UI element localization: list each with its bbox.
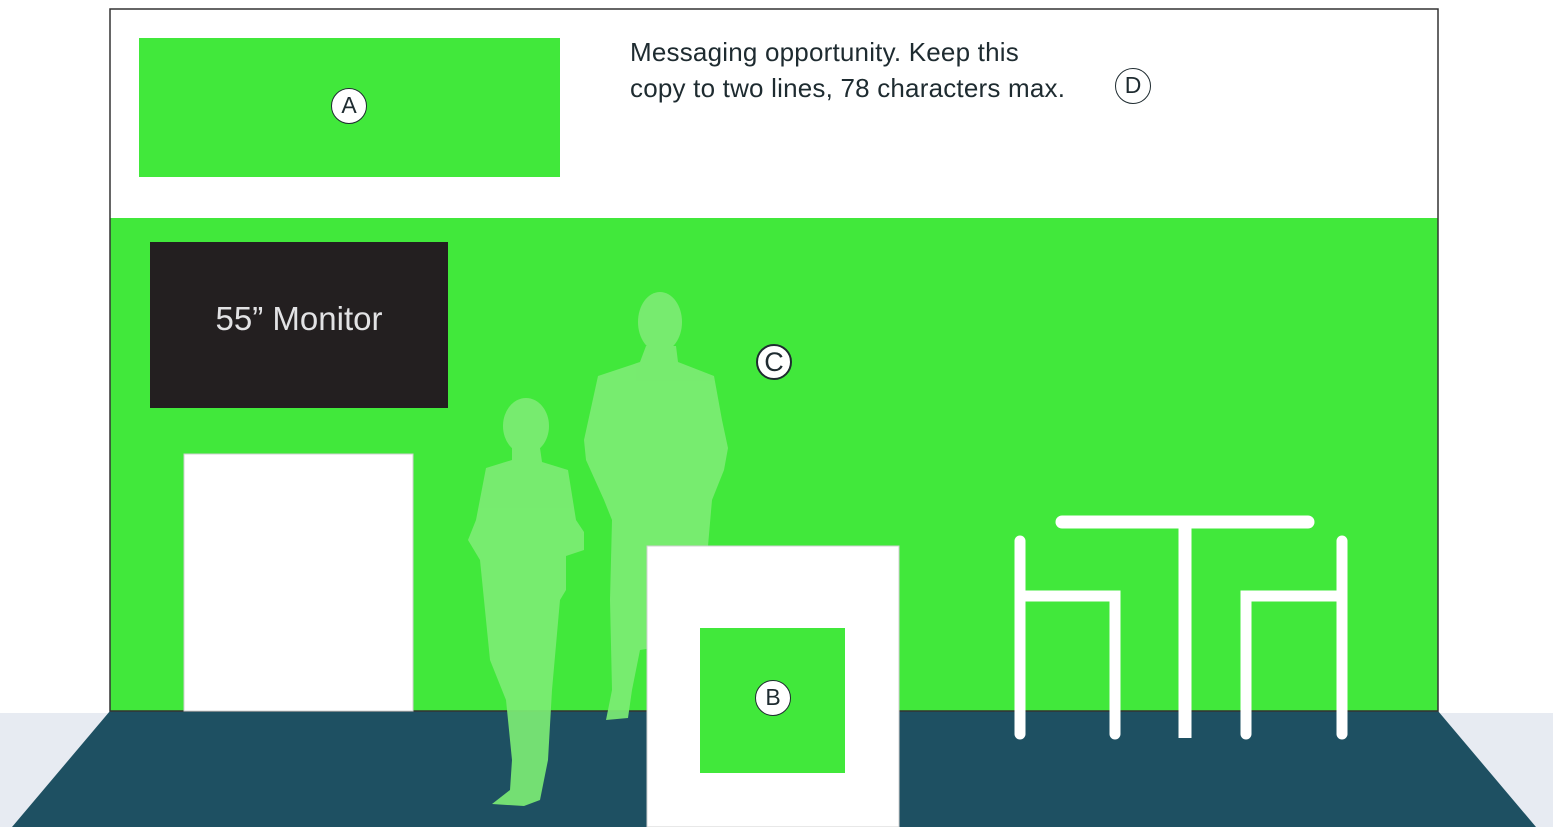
messaging-copy-line-1: Messaging opportunity. Keep this [630,37,1019,67]
booth-diagram: Messaging opportunity. Keep this copy to… [0,0,1553,827]
marker-c: C [756,344,792,380]
monitor-label: 55” Monitor [215,300,383,337]
storage-tower [183,453,414,712]
messaging-copy: Messaging opportunity. Keep this copy to… [630,34,1150,106]
marker-b: B [755,680,791,716]
marker-a: A [331,88,367,124]
messaging-copy-line-2: copy to two lines, 78 characters max. [630,73,1066,103]
marker-d: D [1115,68,1151,104]
